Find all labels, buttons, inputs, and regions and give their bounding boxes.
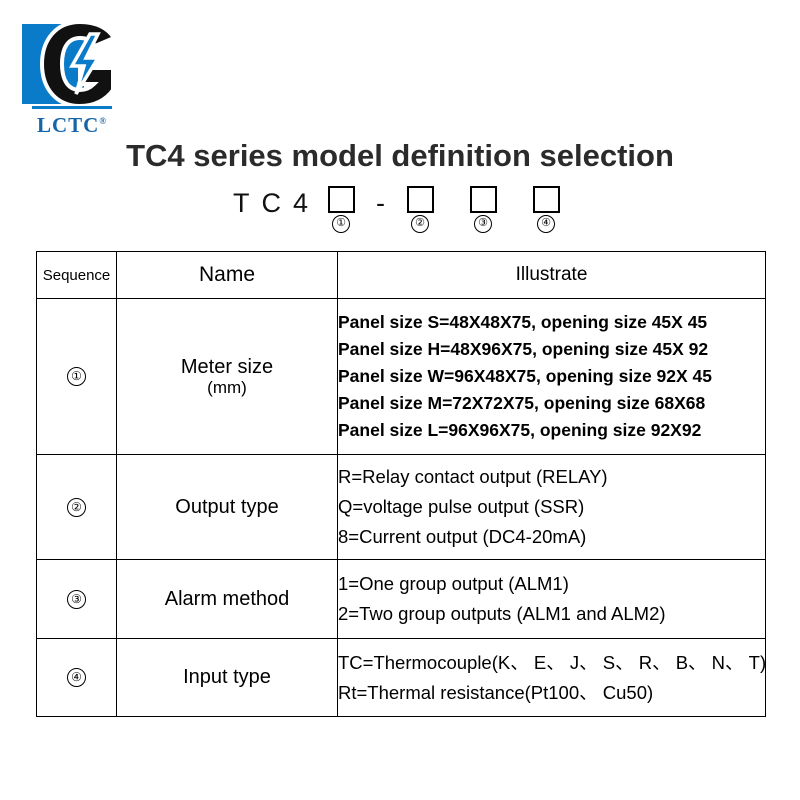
model-slot-1: ① [319, 186, 363, 236]
table-row: ② Output type R=Relay contact output (RE… [36, 454, 766, 560]
column-header-sequence: Sequence [36, 251, 117, 299]
sequence-badge-4: ④ [67, 668, 86, 687]
model-letter-4: 4 [292, 188, 309, 218]
illustrate-line: Rt=Thermal resistance(Pt100、 Cu50) [338, 681, 654, 703]
model-slot-4-box [532, 186, 560, 213]
table-row: ④ Input type TC=Thermocouple(K、 E、 J、 S、… [36, 638, 767, 717]
row-name-subtext: (mm) [207, 378, 247, 397]
table-row: ③ Alarm method 1=One group output (ALM1)… [36, 559, 766, 639]
model-slot-3: ③ [461, 186, 505, 236]
illustrate-line: 8=Current output (DC4-20mA) [338, 526, 587, 547]
model-slot-4-number: ④ [537, 215, 556, 233]
row-illustrate-cell: R=Relay contact output (RELAY) Q=voltage… [337, 454, 766, 560]
brand-logo: LCTC® [18, 18, 126, 136]
table-row: ① Meter size (mm) Panel size S=48X48X75,… [36, 298, 766, 455]
sequence-badge-3: ③ [67, 589, 86, 609]
column-header-name: Name [116, 251, 338, 299]
model-slot-3-number: ③ [474, 215, 493, 233]
row-name-cell: Output type [116, 454, 338, 560]
row-illustrate-cell: 1=One group output (ALM1) 2=Two group ou… [337, 559, 766, 639]
model-slot-1-box [327, 186, 355, 213]
row-sequence-cell: ② [36, 454, 117, 560]
row-sequence-cell: ① [36, 298, 117, 455]
sequence-badge-2: ② [67, 497, 86, 517]
model-slot-2: ② [398, 186, 442, 236]
row-name-cell: Meter size (mm) [116, 298, 338, 455]
illustrate-line: 2=Two group outputs (ALM1 and ALM2) [338, 603, 666, 624]
illustrate-line: Panel size M=72X72X75, opening size 68X6… [338, 393, 706, 413]
row-name-text: Meter size [180, 356, 274, 378]
illustrate-line: Panel size H=48X96X75, opening size 45X … [338, 339, 709, 359]
model-definition-table: Sequence Name Illustrate ① Meter size (m… [36, 251, 766, 717]
illustrate-line: TC=Thermocouple(K、 E、 J、 S、 R、 B、 N、 T) [338, 651, 767, 673]
column-header-illustrate: Illustrate [337, 251, 766, 299]
model-slot-3-box [469, 186, 497, 213]
illustrate-line: Panel size L=96X96X75, opening size 92X9… [338, 420, 702, 440]
registered-mark-icon: ® [99, 116, 108, 126]
row-sequence-cell: ④ [36, 638, 117, 717]
logo-wordmark-text: LCTC [36, 113, 100, 137]
model-slot-1-number: ① [332, 215, 351, 233]
illustrate-line: Panel size W=96X48X75, opening size 92X … [338, 366, 713, 386]
model-separator-dash: - [376, 188, 386, 218]
model-slot-4: ④ [524, 186, 568, 236]
table-header-row: Sequence Name Illustrate [36, 251, 766, 299]
model-letter-c: C [261, 188, 281, 218]
sequence-badge-1: ① [67, 367, 86, 386]
row-sequence-cell: ③ [36, 559, 117, 639]
illustrate-line: Q=voltage pulse output (SSR) [338, 496, 585, 517]
row-illustrate-cell: TC=Thermocouple(K、 E、 J、 S、 R、 B、 N、 T) … [337, 638, 767, 717]
model-code-diagram: T C 4 ① - ② ③ ④ [0, 186, 800, 236]
logo-wordmark: LCTC® [18, 106, 126, 136]
row-illustrate-cell: Panel size S=48X48X75, opening size 45X … [337, 298, 766, 455]
model-letter-t: T [232, 188, 250, 218]
page-title: TC4 series model definition selection [126, 138, 674, 173]
illustrate-line: R=Relay contact output (RELAY) [338, 466, 608, 487]
model-slot-2-box [406, 186, 434, 213]
model-slot-2-number: ② [411, 215, 430, 233]
lctc-c-lightning-logo-icon [18, 18, 126, 110]
row-name-cell: Input type [116, 638, 338, 717]
illustrate-line: Panel size S=48X48X75, opening size 45X … [338, 312, 708, 332]
illustrate-line: 1=One group output (ALM1) [338, 573, 569, 594]
row-name-cell: Alarm method [116, 559, 338, 639]
logo-underline [32, 106, 112, 109]
row-name-text: Output type [175, 495, 279, 518]
row-name-text: Alarm method [164, 587, 290, 610]
row-name-text: Input type [183, 666, 271, 688]
